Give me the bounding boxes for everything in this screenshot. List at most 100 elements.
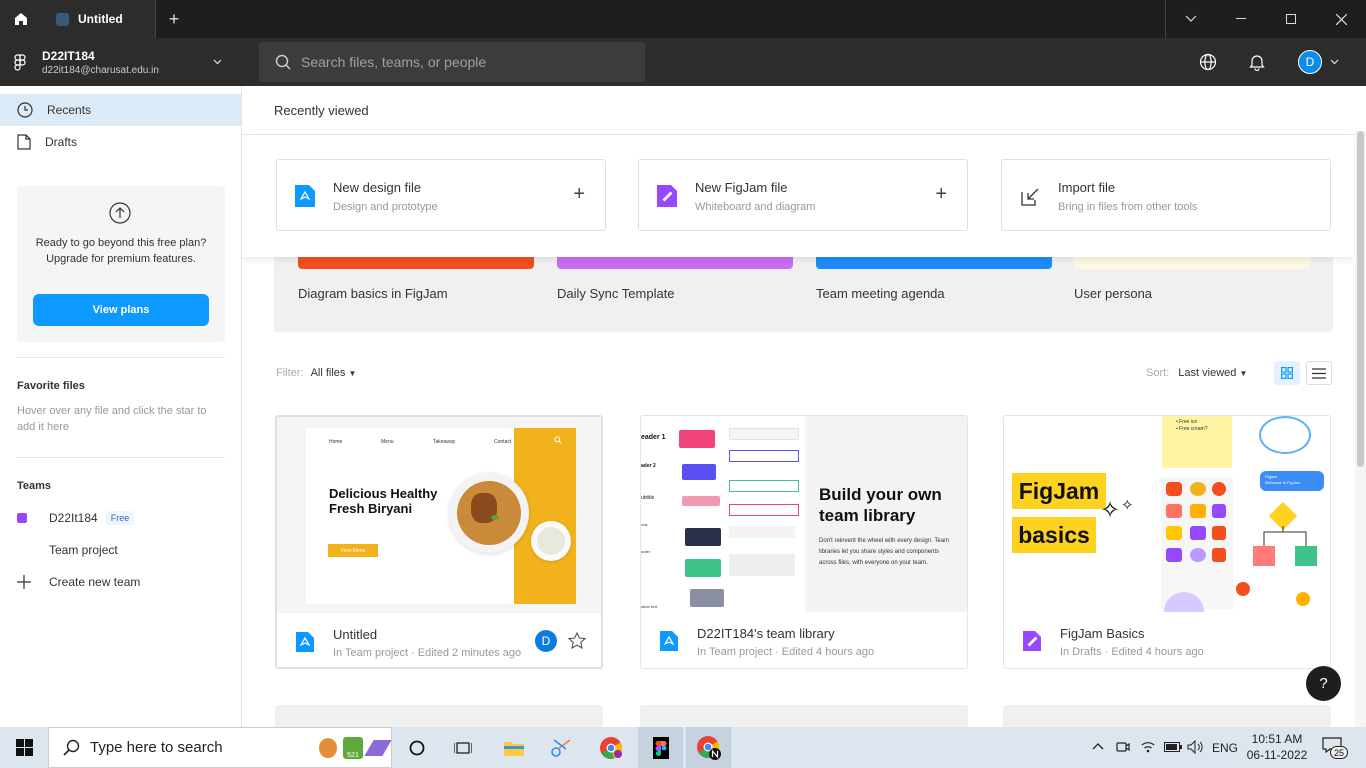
sidebar-item-label: D22It184 bbox=[49, 511, 98, 525]
card-title: New FigJam file bbox=[695, 180, 788, 195]
chrome-icon bbox=[599, 736, 622, 759]
task-view-icon bbox=[453, 741, 472, 754]
sidebar-item-team[interactable]: D22It184 Free bbox=[0, 502, 241, 534]
volume-icon[interactable] bbox=[1187, 740, 1203, 754]
cortana-icon bbox=[409, 740, 424, 755]
file-card[interactable] bbox=[640, 705, 968, 727]
new-figjam-file-card[interactable]: New FigJam file Whiteboard and diagram + bbox=[638, 159, 968, 231]
battery-icon[interactable] bbox=[1164, 742, 1182, 752]
snipping-tool-button[interactable] bbox=[538, 727, 583, 768]
sidebar-item-recents[interactable]: Recents bbox=[0, 94, 241, 126]
windows-logo-icon bbox=[15, 739, 33, 756]
card-subtitle: Design and prototype bbox=[333, 201, 438, 213]
template-thumbnail[interactable] bbox=[298, 256, 534, 269]
close-button[interactable] bbox=[1316, 0, 1366, 38]
sort-dropdown[interactable]: Sort: Last viewed ▼ bbox=[1146, 367, 1247, 379]
thumb-body: Don't reinvent the wheel with every desi… bbox=[819, 538, 950, 566]
chevron-up-icon[interactable] bbox=[1092, 742, 1104, 750]
scrollbar[interactable] bbox=[1355, 131, 1366, 727]
design-file-icon bbox=[56, 12, 69, 26]
chrome-profile-button[interactable] bbox=[686, 727, 731, 768]
new-tab-button[interactable]: + bbox=[158, 0, 190, 38]
team-name: D22IT184 bbox=[42, 48, 95, 63]
file-card[interactable] bbox=[1003, 705, 1331, 727]
file-explorer-button[interactable] bbox=[491, 727, 536, 768]
search-bar[interactable] bbox=[259, 42, 645, 82]
tab-untitled[interactable]: Untitled bbox=[42, 0, 156, 38]
design-file-icon bbox=[660, 631, 678, 651]
chrome-button[interactable] bbox=[588, 727, 633, 768]
import-file-card[interactable]: Import file Bring in files from other to… bbox=[1001, 159, 1331, 231]
sidebar-item-drafts[interactable]: Drafts bbox=[0, 126, 241, 158]
chevron-down-icon bbox=[1185, 15, 1197, 22]
bell-icon bbox=[1249, 55, 1265, 71]
search-icon bbox=[63, 739, 80, 756]
home-icon bbox=[15, 13, 27, 25]
divider bbox=[17, 457, 225, 458]
dropdown-button[interactable] bbox=[1166, 0, 1216, 38]
team-email: d22it184@charusat.edu.in bbox=[42, 64, 159, 76]
sidebar-item-team-project[interactable]: Team project bbox=[0, 534, 241, 566]
file-card-untitled[interactable]: Home Menu Takeaway Contact Delicious Hea… bbox=[275, 415, 603, 669]
template-label[interactable]: Daily Sync Template bbox=[557, 286, 675, 301]
plus-icon: + bbox=[935, 183, 947, 205]
design-file-icon bbox=[296, 632, 314, 652]
grid-view-button[interactable] bbox=[1274, 361, 1300, 385]
file-card-team-library[interactable]: eader 1 ader 2 ubtitle ody ooter utton t… bbox=[640, 415, 968, 669]
free-badge: Free bbox=[105, 511, 135, 525]
wifi-icon[interactable] bbox=[1141, 740, 1155, 754]
thumb-nav-item: Contact bbox=[494, 439, 512, 445]
template-thumbnail[interactable] bbox=[816, 256, 1052, 269]
sparkle-icon: ✧ bbox=[1121, 497, 1134, 514]
taskbar-search[interactable]: Type here to search 521 bbox=[48, 727, 392, 768]
chevron-down-icon[interactable] bbox=[1330, 59, 1339, 65]
grid-icon bbox=[1281, 367, 1293, 379]
template-label[interactable]: User persona bbox=[1074, 286, 1152, 301]
thumb-nav-item: Menu bbox=[381, 439, 394, 445]
minimize-icon bbox=[1236, 18, 1246, 19]
template-label[interactable]: Diagram basics in FigJam bbox=[298, 286, 448, 301]
minimize-button[interactable] bbox=[1216, 0, 1266, 38]
task-view-button[interactable] bbox=[394, 727, 439, 768]
new-design-file-card[interactable]: New design file Design and prototype + bbox=[276, 159, 606, 231]
thumb-label: utton text bbox=[641, 604, 658, 609]
divider bbox=[17, 357, 225, 358]
task-view-button[interactable] bbox=[440, 727, 485, 768]
list-view-button[interactable] bbox=[1306, 361, 1332, 385]
scrollbar-thumb[interactable] bbox=[1357, 131, 1364, 467]
start-button[interactable] bbox=[0, 727, 48, 768]
notifications-button[interactable] bbox=[1245, 50, 1269, 74]
view-plans-button[interactable]: View plans bbox=[33, 294, 209, 326]
figma-taskbar-button[interactable] bbox=[638, 727, 683, 768]
notifications-button[interactable]: 25 bbox=[1322, 737, 1348, 759]
template-thumbnail[interactable] bbox=[1074, 256, 1310, 269]
figjam-file-icon bbox=[657, 185, 677, 207]
file-meta: In Team project · Edited 2 minutes ago bbox=[333, 647, 522, 659]
team-switcher[interactable]: D22IT184 d22it184@charusat.edu.in bbox=[14, 38, 228, 86]
sparkle-icon: ✧ bbox=[1100, 497, 1121, 524]
star-icon[interactable] bbox=[568, 632, 586, 649]
home-button[interactable] bbox=[0, 0, 42, 38]
file-card[interactable] bbox=[275, 705, 603, 727]
filter-dropdown[interactable]: Filter: All files ▼ bbox=[276, 367, 356, 379]
file-meta: In Team project · Edited 4 hours ago bbox=[697, 646, 875, 658]
language-button[interactable] bbox=[1196, 50, 1220, 74]
template-thumbnail[interactable] bbox=[557, 256, 793, 269]
chevron-down-icon: ▼ bbox=[348, 369, 357, 378]
help-button[interactable]: ? bbox=[1306, 666, 1341, 701]
search-input[interactable] bbox=[301, 54, 621, 70]
favorite-files-hint: Hover over any file and click the star t… bbox=[17, 405, 207, 433]
create-new-team-button[interactable]: Create new team bbox=[0, 566, 241, 598]
thumb-label: ader 2 bbox=[641, 463, 656, 469]
clock[interactable]: 10:51 AM 06-11-2022 bbox=[1242, 731, 1312, 763]
upgrade-arrow-icon bbox=[109, 202, 131, 224]
meet-now-icon[interactable] bbox=[1116, 740, 1130, 754]
maximize-button[interactable] bbox=[1266, 0, 1316, 38]
avatar[interactable]: D bbox=[1298, 50, 1322, 74]
language-indicator[interactable]: ENG bbox=[1212, 741, 1238, 755]
file-card-figjam-basics[interactable]: • Free ice • Free cream? FigJam basics ✧… bbox=[1003, 415, 1331, 669]
connector-lines bbox=[1263, 526, 1307, 546]
file-icon bbox=[17, 134, 31, 150]
template-label[interactable]: Team meeting agenda bbox=[816, 286, 945, 301]
thumb-label: ubtitle bbox=[641, 495, 655, 501]
